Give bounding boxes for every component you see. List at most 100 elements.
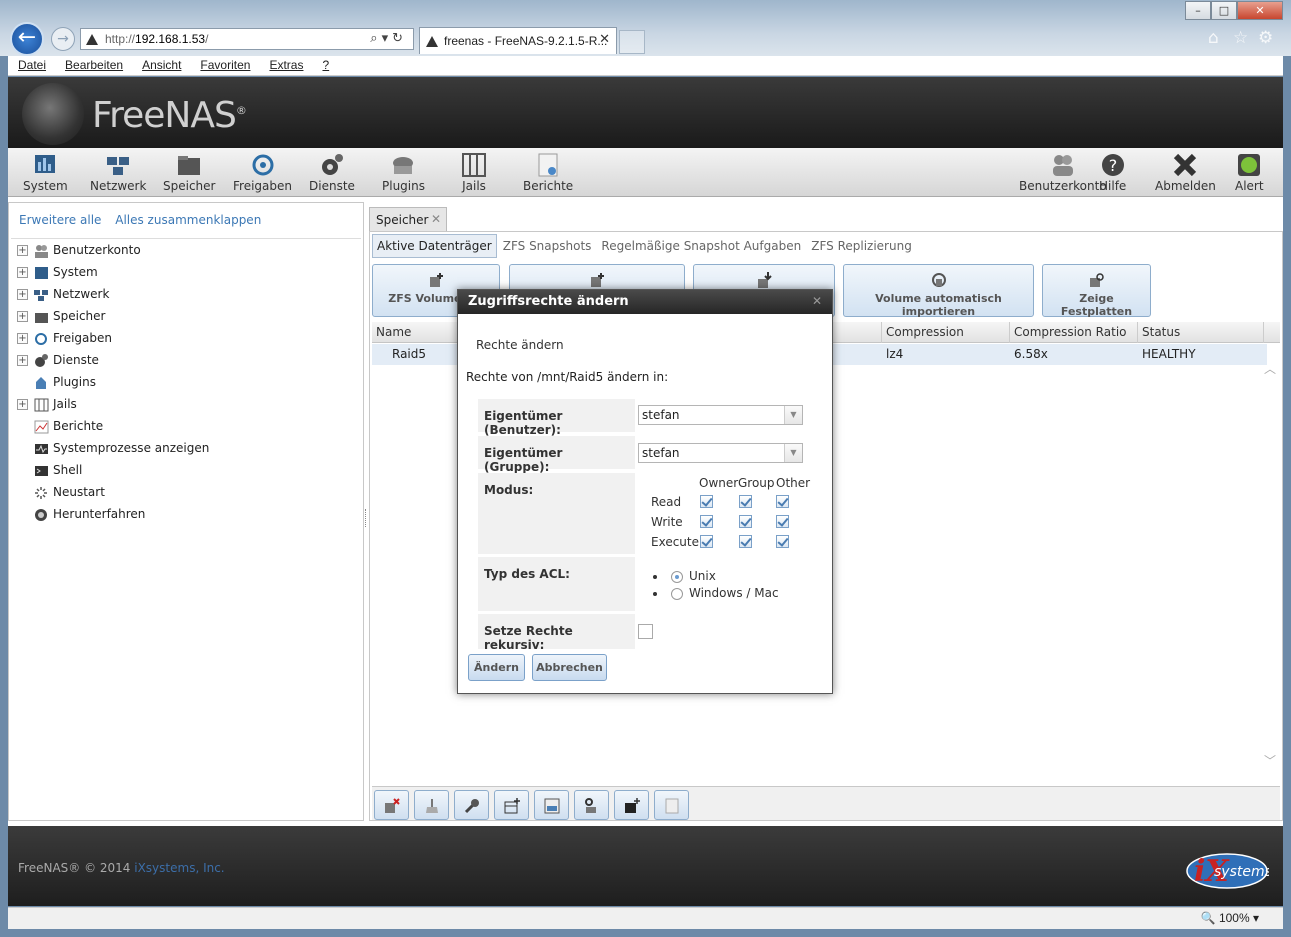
menu-extras[interactable]: Extras bbox=[259, 56, 312, 72]
ixsystems-link[interactable]: iXsystems, Inc. bbox=[134, 861, 224, 875]
radio-selected-icon[interactable] bbox=[671, 570, 683, 583]
tree-item-benutzerkonto[interactable]: + Benutzerkonto bbox=[17, 243, 141, 263]
checkbox-group-read[interactable] bbox=[739, 495, 752, 508]
change-permissions-button[interactable] bbox=[574, 790, 609, 820]
auto-import-button[interactable]: Volume automatisch importieren bbox=[843, 264, 1034, 318]
maximize-button[interactable]: □ bbox=[1211, 1, 1237, 20]
toolbar-plugins[interactable]: Plugins bbox=[382, 152, 425, 193]
minimize-button[interactable]: – bbox=[1185, 1, 1211, 20]
tree-item-system[interactable]: + System bbox=[17, 265, 98, 285]
tree-item-freigaben[interactable]: + Freigaben bbox=[17, 331, 112, 351]
address-bar[interactable]: http://192.168.1.53/ ⌕▾↻ bbox=[80, 28, 414, 50]
dialog-close-icon[interactable]: ✕ bbox=[812, 294, 822, 308]
detach-volume-button[interactable] bbox=[374, 790, 409, 820]
expand-icon[interactable]: + bbox=[17, 267, 28, 278]
menu-help[interactable]: ? bbox=[312, 56, 338, 72]
tree-item-plugins[interactable]: Plugins bbox=[17, 375, 96, 395]
forward-button[interactable]: → bbox=[51, 27, 75, 51]
browser-statusbar: 🔍 100% ▾ bbox=[8, 907, 1283, 929]
subtab-zfs-replizierung[interactable]: ZFS Replizierung bbox=[807, 235, 916, 257]
expand-icon[interactable]: + bbox=[17, 311, 28, 322]
menu-datei[interactable]: Datei bbox=[8, 56, 55, 72]
tree-item-jails[interactable]: + Jails bbox=[17, 397, 77, 417]
edit-options-button[interactable] bbox=[454, 790, 489, 820]
tab-close-icon[interactable]: ✕ bbox=[599, 32, 610, 47]
expand-icon[interactable]: + bbox=[17, 399, 28, 410]
toolbar-abmelden[interactable]: Abmelden bbox=[1155, 152, 1216, 193]
menu-ansicht[interactable]: Ansicht bbox=[132, 56, 190, 72]
tree-item-speicher[interactable]: + Speicher bbox=[17, 309, 105, 329]
toolbar-dienste[interactable]: Dienste bbox=[309, 152, 355, 193]
tree-item-berichte[interactable]: Berichte bbox=[17, 419, 103, 439]
owner-group-select[interactable]: stefan ▼ bbox=[638, 443, 803, 463]
favorites-star-icon[interactable]: ☆ bbox=[1233, 28, 1248, 48]
subtab-aktive-datentraeger[interactable]: Aktive Datenträger bbox=[372, 234, 497, 258]
back-button[interactable]: ← bbox=[10, 22, 44, 56]
zvol-icon bbox=[544, 798, 560, 814]
close-window-button[interactable]: ✕ bbox=[1237, 1, 1283, 20]
toolbar-system[interactable]: System bbox=[23, 152, 68, 193]
toolbar-berichte[interactable]: Berichte bbox=[523, 152, 573, 193]
owner-user-select[interactable]: stefan ▼ bbox=[638, 405, 803, 425]
menu-bearbeiten[interactable]: Bearbeiten bbox=[55, 56, 132, 72]
column-header-status[interactable]: Status bbox=[1138, 322, 1264, 343]
checkbox-owner-write[interactable] bbox=[700, 515, 713, 528]
expand-icon[interactable]: + bbox=[17, 333, 28, 344]
toolbar-alert[interactable]: Alert bbox=[1235, 152, 1264, 193]
checkbox-group-write[interactable] bbox=[739, 515, 752, 528]
tab-speicher[interactable]: Speicher ✕ bbox=[369, 207, 447, 231]
create-zvol-button[interactable] bbox=[534, 790, 569, 820]
expand-all-link[interactable]: Erweitere alle bbox=[19, 213, 101, 227]
scroll-up-icon[interactable]: ︿ bbox=[1264, 360, 1276, 377]
checkbox-owner-execute[interactable] bbox=[700, 535, 713, 548]
freenas-shark-logo-icon bbox=[22, 83, 84, 145]
checkbox-other-execute[interactable] bbox=[776, 535, 789, 548]
toolbar-benutzerkonto[interactable]: Benutzerkonto bbox=[1019, 152, 1107, 193]
tree-item-shell[interactable]: Shell bbox=[17, 463, 82, 483]
recursive-checkbox[interactable] bbox=[638, 624, 653, 639]
tree-item-netzwerk[interactable]: + Netzwerk bbox=[17, 287, 109, 307]
expand-icon[interactable]: + bbox=[17, 355, 28, 366]
collapse-all-link[interactable]: Alles zusammenklappen bbox=[115, 213, 261, 227]
scroll-down-icon[interactable]: ﹀ bbox=[1264, 752, 1276, 769]
menu-favoriten[interactable]: Favoriten bbox=[190, 56, 259, 72]
cancel-button[interactable]: Abbrechen bbox=[532, 654, 607, 681]
apply-button[interactable]: Ändern bbox=[468, 654, 525, 681]
toolbar-freigaben[interactable]: Freigaben bbox=[233, 152, 292, 193]
radio-unselected-icon[interactable] bbox=[671, 587, 683, 600]
expand-icon[interactable]: + bbox=[17, 289, 28, 300]
create-dataset-button[interactable] bbox=[494, 790, 529, 820]
toolbar-netzwerk[interactable]: Netzwerk bbox=[90, 152, 146, 193]
home-icon[interactable]: ⌂ bbox=[1208, 28, 1219, 48]
scrub-volume-button[interactable] bbox=[414, 790, 449, 820]
create-snapshot-button[interactable] bbox=[614, 790, 649, 820]
checkbox-group-execute[interactable] bbox=[739, 535, 752, 548]
tree-item-neustart[interactable]: Neustart bbox=[17, 485, 105, 505]
tab-close-icon[interactable]: ✕ bbox=[431, 212, 441, 226]
toolbar-speicher[interactable]: Speicher bbox=[163, 152, 215, 193]
tree-item-systemprozesse[interactable]: Systemprozesse anzeigen bbox=[17, 441, 209, 461]
checkbox-other-write[interactable] bbox=[776, 515, 789, 528]
expand-icon[interactable]: + bbox=[17, 245, 28, 256]
address-tools-icon[interactable]: ⌕▾↻ bbox=[370, 31, 407, 46]
checkbox-other-read[interactable] bbox=[776, 495, 789, 508]
tree-item-dienste[interactable]: + Dienste bbox=[17, 353, 99, 373]
disabled-tool-button[interactable] bbox=[654, 790, 689, 820]
browser-titlebar: – □ ✕ ← → http://192.168.1.53/ ⌕▾↻ freen… bbox=[0, 0, 1291, 56]
gear-icon[interactable]: ⚙ bbox=[1258, 28, 1273, 48]
pane-splitter[interactable] bbox=[365, 509, 367, 527]
acl-option-windows[interactable]: Windows / Mac bbox=[653, 586, 779, 600]
column-header-compression-ratio[interactable]: Compression Ratio bbox=[1010, 322, 1138, 343]
toolbar-hilfe[interactable]: ? Hilfe bbox=[1099, 152, 1126, 193]
zoom-control[interactable]: 🔍 100% ▾ bbox=[1201, 911, 1259, 925]
column-header-compression[interactable]: Compression bbox=[882, 322, 1010, 343]
new-tab-button[interactable] bbox=[619, 30, 645, 54]
checkbox-owner-read[interactable] bbox=[700, 495, 713, 508]
acl-option-unix[interactable]: Unix bbox=[653, 569, 716, 583]
subtab-snapshot-aufgaben[interactable]: Regelmäßige Snapshot Aufgaben bbox=[597, 235, 805, 257]
browser-tab[interactable]: freenas - FreeNAS-9.2.1.5-R... ✕ bbox=[419, 27, 617, 54]
show-disks-button[interactable]: Zeige Festplatten bbox=[1042, 264, 1151, 318]
tree-item-herunterfahren[interactable]: Herunterfahren bbox=[17, 507, 145, 527]
subtab-zfs-snapshots[interactable]: ZFS Snapshots bbox=[499, 235, 596, 257]
toolbar-jails[interactable]: Jails bbox=[461, 152, 487, 193]
